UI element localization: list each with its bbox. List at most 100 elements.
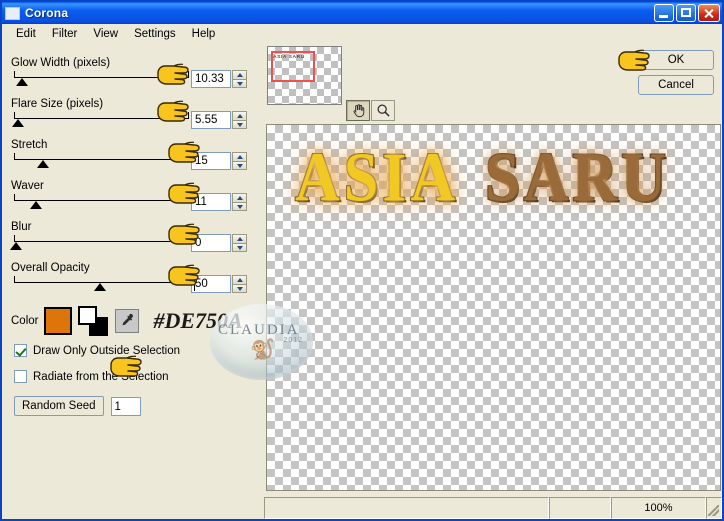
menu-item-edit[interactable]: Edit [8, 26, 44, 42]
resize-grip-icon[interactable] [706, 497, 722, 519]
canvas-word-one: ASIA [295, 139, 460, 217]
label-glow-width: Glow Width (pixels) [11, 57, 111, 69]
spinner-flare-size: 5.55 [191, 111, 247, 129]
control-stretch: Stretch 15 [11, 139, 257, 170]
checkbox-radiate-from-the-selection[interactable]: Radiate from the Selection [14, 370, 169, 383]
preview-toolbar [346, 100, 395, 121]
secondary-color-swatches[interactable] [78, 306, 109, 336]
spin-down-icon[interactable] [232, 79, 247, 88]
navigator-thumbnail[interactable]: ASIA SARU [267, 46, 342, 105]
slider-blur[interactable] [10, 234, 189, 251]
slider-glow-width[interactable] [11, 70, 189, 87]
spin-buttons-flare-size [232, 111, 247, 129]
primary-color-swatch[interactable] [44, 307, 73, 335]
slider-thumb[interactable] [15, 78, 28, 86]
label-waver: Waver [11, 180, 44, 192]
zoom-tool-icon[interactable] [371, 100, 395, 121]
slider-thumb[interactable] [37, 160, 50, 168]
input-overall-opacity[interactable]: 50 [191, 275, 231, 293]
dialog-buttons: OK Cancel [638, 50, 714, 95]
status-zoom-level: 100% [611, 497, 706, 519]
maximize-button[interactable] [676, 4, 696, 22]
slider-waver[interactable] [11, 193, 189, 210]
slider-thumb[interactable] [29, 201, 42, 209]
checkbox-draw-only-outside-selection[interactable]: Draw Only Outside Selection [14, 344, 180, 357]
slider-track [14, 112, 189, 119]
application-icon [5, 6, 20, 20]
slider-thumb[interactable] [10, 242, 23, 250]
label-blur: Blur [11, 221, 32, 233]
spin-up-icon[interactable] [232, 193, 247, 202]
control-glow-width: Glow Width (pixels) 10.33 [11, 57, 257, 88]
spin-down-icon[interactable] [232, 120, 247, 129]
window-controls [654, 4, 720, 22]
spinner-overall-opacity: 50 [191, 275, 247, 293]
spin-buttons-blur [232, 234, 247, 252]
pan-tool-icon[interactable] [346, 100, 370, 121]
input-glow-width[interactable]: 10.33 [191, 70, 231, 88]
spin-up-icon[interactable] [232, 152, 247, 161]
status-bar: 100% [264, 497, 722, 519]
spin-buttons-glow-width [232, 70, 247, 88]
menu-item-filter[interactable]: Filter [44, 26, 86, 42]
status-middle-cell [549, 497, 611, 519]
menu-item-settings[interactable]: Settings [126, 26, 184, 42]
menu-item-view[interactable]: View [85, 26, 126, 42]
spin-down-icon[interactable] [232, 243, 247, 252]
input-flare-size[interactable]: 5.55 [191, 111, 231, 129]
checkbox-label: Radiate from the Selection [33, 370, 169, 383]
canvas-word-two: SARU [485, 139, 670, 217]
spin-down-icon[interactable] [232, 161, 247, 170]
spinner-stretch: 15 [191, 152, 247, 170]
input-blur[interactable]: 0 [191, 234, 231, 252]
eyedropper-icon[interactable] [115, 309, 140, 333]
spin-down-icon[interactable] [232, 202, 247, 211]
slider-track [14, 153, 189, 160]
input-random-seed[interactable]: 1 [110, 396, 141, 416]
ok-button[interactable]: OK [638, 50, 714, 70]
minimize-button[interactable] [654, 4, 674, 22]
label-color: Color [11, 315, 39, 327]
checkbox-label: Draw Only Outside Selection [33, 344, 181, 357]
slider-stretch[interactable] [11, 152, 189, 169]
settings-panel: Glow Width (pixels) 10.33 Flare Size (pi… [2, 44, 264, 519]
label-stretch: Stretch [11, 139, 48, 151]
navigator-viewport-rect[interactable] [271, 51, 315, 82]
hex-color-annotation: #DE750A [153, 308, 243, 333]
slider-track [14, 235, 189, 242]
corona-dialog-window: Corona Edit Filter View Settings Help Gl… [0, 0, 724, 521]
spin-up-icon[interactable] [232, 234, 247, 243]
slider-track [14, 194, 189, 201]
slider-thumb[interactable] [12, 119, 25, 127]
preview-panel: ASIA SARU OK Cancel ASIA SARU 100% [264, 44, 722, 519]
control-blur: Blur 0 [10, 221, 257, 252]
slider-track [14, 71, 189, 78]
slider-track [14, 276, 189, 283]
random-seed-button[interactable]: Random Seed [14, 396, 104, 416]
menu-item-help[interactable]: Help [184, 26, 224, 42]
control-overall-opacity: Overall Opacity 50 [11, 262, 257, 293]
slider-thumb[interactable] [94, 283, 106, 291]
checkbox-icon-checked[interactable] [14, 344, 27, 357]
spinner-blur: 0 [191, 234, 247, 252]
white-swatch[interactable] [78, 306, 98, 325]
spin-up-icon[interactable] [232, 275, 247, 284]
window-title: Corona [25, 6, 69, 20]
color-row: Color #DE750A [11, 306, 243, 336]
spinner-glow-width: 10.33 [191, 70, 247, 88]
slider-overall-opacity[interactable] [11, 275, 189, 292]
preview-canvas[interactable]: ASIA SARU [266, 124, 721, 491]
input-waver[interactable]: 11 [191, 193, 231, 211]
cancel-button[interactable]: Cancel [638, 75, 714, 95]
spinner-waver: 11 [191, 193, 247, 211]
status-left-cell [264, 497, 549, 519]
slider-flare-size[interactable] [11, 111, 189, 128]
input-stretch[interactable]: 15 [191, 152, 231, 170]
spin-down-icon[interactable] [232, 284, 247, 293]
spin-up-icon[interactable] [232, 111, 247, 120]
spin-up-icon[interactable] [232, 70, 247, 79]
spin-buttons-overall-opacity [232, 275, 247, 293]
title-bar: Corona [2, 2, 722, 24]
checkbox-icon-unchecked[interactable] [14, 370, 27, 383]
close-button[interactable] [698, 4, 720, 22]
